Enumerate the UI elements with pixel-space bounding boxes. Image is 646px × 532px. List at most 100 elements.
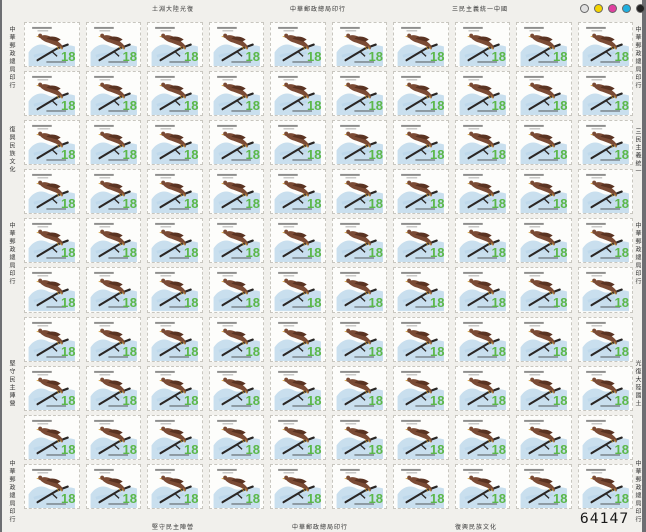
stamp-sheet: 土淵大陸光復 中華郵政總局印行 三民主義統一中國 堅守民主陣營 中華郵政總局印行… <box>2 0 645 532</box>
stamp: 18 <box>24 267 80 313</box>
top-margin-inscription-left: 土淵大陸光復 <box>152 6 195 13</box>
stamp: 18 <box>577 414 633 460</box>
stamp: 18 <box>393 316 449 362</box>
stamp: 18 <box>454 71 510 117</box>
denomination-label: 18 <box>553 49 568 65</box>
stamp: 18 <box>454 218 510 264</box>
denomination-label: 18 <box>184 490 199 506</box>
stamp: 18 <box>24 414 80 460</box>
stamp: 18 <box>393 22 449 68</box>
denomination-label: 18 <box>122 196 137 212</box>
denomination-label: 18 <box>184 147 199 163</box>
denomination-label: 18 <box>122 147 137 163</box>
bottom-margin-inscription-right: 復興民族文化 <box>455 524 498 531</box>
denomination-label: 18 <box>184 245 199 261</box>
stamp: 18 <box>147 414 203 460</box>
stamp: 18 <box>577 22 633 68</box>
stamp: 18 <box>577 463 633 509</box>
stamp: 18 <box>331 414 387 460</box>
stamp: 18 <box>208 463 264 509</box>
denomination-label: 18 <box>307 147 322 163</box>
denomination-label: 18 <box>368 392 383 408</box>
denomination-label: 18 <box>614 294 629 310</box>
denomination-label: 18 <box>491 49 506 65</box>
denomination-label: 18 <box>491 196 506 212</box>
stamp: 18 <box>147 365 203 411</box>
stamp: 18 <box>331 463 387 509</box>
stamp: 18 <box>24 120 80 166</box>
denomination-label: 18 <box>368 98 383 114</box>
denomination-label: 18 <box>614 196 629 212</box>
denomination-label: 18 <box>614 441 629 457</box>
denomination-label: 18 <box>245 196 260 212</box>
denomination-label: 18 <box>61 196 76 212</box>
stamp: 18 <box>577 267 633 313</box>
stamp: 18 <box>24 316 80 362</box>
denomination-label: 18 <box>122 441 137 457</box>
denomination-label: 18 <box>245 98 260 114</box>
stamp: 18 <box>331 169 387 215</box>
stamp: 18 <box>85 267 141 313</box>
left-margin-inscription-lower-mid: 中華郵政總局印行 <box>8 222 15 286</box>
registration-dots <box>580 4 645 13</box>
stamp: 18 <box>147 71 203 117</box>
registration-dot <box>622 4 631 13</box>
stamp: 18 <box>270 22 326 68</box>
stamp: 18 <box>577 365 633 411</box>
denomination-label: 18 <box>614 49 629 65</box>
denomination-label: 18 <box>245 49 260 65</box>
stamp: 18 <box>85 120 141 166</box>
denomination-label: 18 <box>491 490 506 506</box>
denomination-label: 18 <box>245 343 260 359</box>
denomination-label: 18 <box>491 147 506 163</box>
denomination-label: 18 <box>184 441 199 457</box>
denomination-label: 18 <box>184 392 199 408</box>
denomination-label: 18 <box>430 392 445 408</box>
denomination-label: 18 <box>368 245 383 261</box>
denomination-label: 18 <box>122 490 137 506</box>
stamp: 18 <box>208 120 264 166</box>
stamp: 18 <box>393 365 449 411</box>
registration-dot <box>594 4 603 13</box>
top-margin-inscription-center: 中華郵政總局印行 <box>290 6 347 13</box>
stamp: 18 <box>85 316 141 362</box>
denomination-label: 18 <box>245 294 260 310</box>
denomination-label: 18 <box>614 392 629 408</box>
stamp: 18 <box>516 120 572 166</box>
stamp: 18 <box>270 414 326 460</box>
left-margin-inscription-top: 中華郵政總局印行 <box>8 26 15 90</box>
stamp: 18 <box>208 71 264 117</box>
denomination-label: 18 <box>368 147 383 163</box>
stamp: 18 <box>270 267 326 313</box>
stamp: 18 <box>393 463 449 509</box>
stamp: 18 <box>454 120 510 166</box>
denomination-label: 18 <box>430 294 445 310</box>
stamp: 18 <box>516 22 572 68</box>
stamp: 18 <box>208 22 264 68</box>
stamp: 18 <box>147 463 203 509</box>
stamp: 18 <box>24 365 80 411</box>
stamp: 18 <box>331 71 387 117</box>
denomination-label: 18 <box>553 441 568 457</box>
stamp: 18 <box>208 316 264 362</box>
stamp: 18 <box>147 120 203 166</box>
denomination-label: 18 <box>61 343 76 359</box>
registration-dot <box>608 4 617 13</box>
stamp: 18 <box>24 71 80 117</box>
denomination-label: 18 <box>430 490 445 506</box>
stamp: 18 <box>454 463 510 509</box>
denomination-label: 18 <box>491 294 506 310</box>
stamp: 18 <box>24 218 80 264</box>
denomination-label: 18 <box>245 245 260 261</box>
denomination-label: 18 <box>614 343 629 359</box>
denomination-label: 18 <box>184 49 199 65</box>
stamp: 18 <box>331 267 387 313</box>
stamp: 18 <box>208 414 264 460</box>
denomination-label: 18 <box>491 343 506 359</box>
denomination-label: 18 <box>614 98 629 114</box>
denomination-label: 18 <box>553 98 568 114</box>
left-margin-inscription-mid-lower: 堅守民主陣營 <box>8 360 15 408</box>
denomination-label: 18 <box>122 245 137 261</box>
stamp: 18 <box>208 169 264 215</box>
top-margin-inscription-right: 三民主義統一中國 <box>452 6 509 13</box>
